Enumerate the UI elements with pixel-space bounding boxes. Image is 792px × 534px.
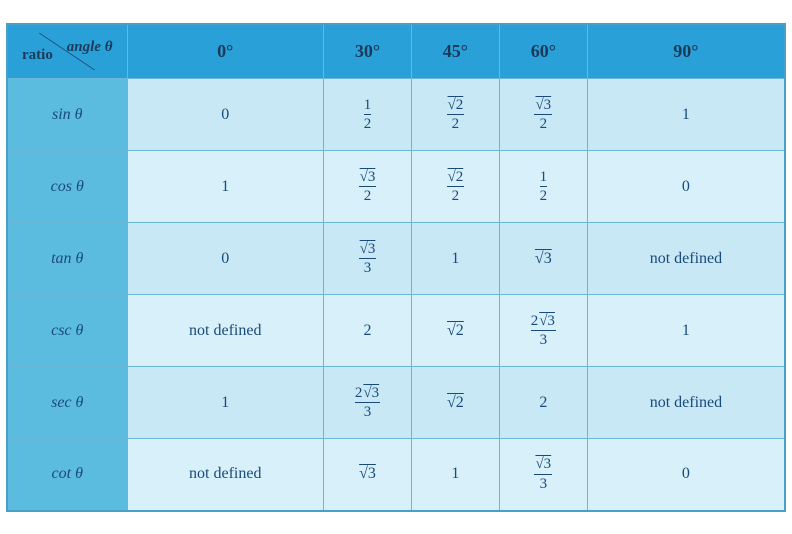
trig-ratio-table: angle θ ratio 0° 30° 45° 60° 90° sin θ 0… [6, 23, 786, 512]
cos-45: √2 2 [411, 151, 499, 223]
tan-func: tan θ [7, 223, 127, 295]
tan-row: tan θ 0 √3 3 1 √3 not defined [7, 223, 785, 295]
sec-row: sec θ 1 2√3 3 √2 2 not defined [7, 367, 785, 439]
cos-func: cos θ [7, 151, 127, 223]
csc-0: not defined [127, 295, 324, 367]
cot-30: √3 [324, 439, 412, 511]
sec-30: 2√3 3 [324, 367, 412, 439]
csc-90: 1 [587, 295, 785, 367]
sec-60: 2 [499, 367, 587, 439]
cos-0: 1 [127, 151, 324, 223]
sec-0: 1 [127, 367, 324, 439]
cos-row: cos θ 1 √3 2 √2 2 1 2 0 [7, 151, 785, 223]
sec-45: √2 [411, 367, 499, 439]
cot-60: √3 3 [499, 439, 587, 511]
cot-45: 1 [411, 439, 499, 511]
sin-0: 0 [127, 79, 324, 151]
sin-30: 1 2 [324, 79, 412, 151]
tan-90: not defined [587, 223, 785, 295]
tan-30: √3 3 [324, 223, 412, 295]
header-30deg: 30° [324, 24, 412, 79]
csc-row: csc θ not defined 2 √2 2√3 3 1 [7, 295, 785, 367]
sin-60: √3 2 [499, 79, 587, 151]
corner-header: angle θ ratio [7, 24, 127, 79]
cos-60: 1 2 [499, 151, 587, 223]
cot-row: cot θ not defined √3 1 √3 3 0 [7, 439, 785, 511]
sin-func: sin θ [7, 79, 127, 151]
tan-60: √3 [499, 223, 587, 295]
ratio-label: ratio [22, 47, 53, 64]
angle-label: angle θ [67, 39, 113, 56]
sin-row: sin θ 0 1 2 √2 2 √3 2 1 [7, 79, 785, 151]
cot-90: 0 [587, 439, 785, 511]
sin-45: √2 2 [411, 79, 499, 151]
header-0deg: 0° [127, 24, 324, 79]
cos-30: √3 2 [324, 151, 412, 223]
header-45deg: 45° [411, 24, 499, 79]
cos-90: 0 [587, 151, 785, 223]
sec-90: not defined [587, 367, 785, 439]
csc-60: 2√3 3 [499, 295, 587, 367]
csc-30: 2 [324, 295, 412, 367]
header-90deg: 90° [587, 24, 785, 79]
header-60deg: 60° [499, 24, 587, 79]
csc-45: √2 [411, 295, 499, 367]
cot-func: cot θ [7, 439, 127, 511]
tan-45: 1 [411, 223, 499, 295]
csc-func: csc θ [7, 295, 127, 367]
tan-0: 0 [127, 223, 324, 295]
cot-0: not defined [127, 439, 324, 511]
sin-90: 1 [587, 79, 785, 151]
sec-func: sec θ [7, 367, 127, 439]
